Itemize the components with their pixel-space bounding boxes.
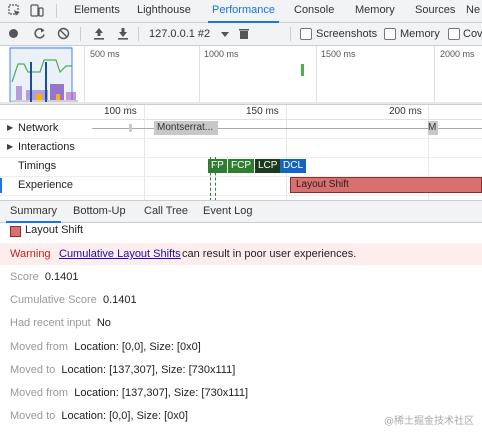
memory-label: Memory: [400, 28, 440, 40]
tab-summary[interactable]: Summary: [5, 201, 62, 223]
recent-input-value: No: [96, 317, 111, 329]
inspect-element-icon[interactable]: [8, 4, 21, 17]
moved-from-label: Moved from: [10, 341, 69, 353]
layout-shift-swatch: [10, 226, 21, 237]
details-tab-bar: Summary Bottom-Up Call Tree Event Log: [0, 200, 482, 223]
reload-icon[interactable]: [33, 27, 46, 43]
recent-input-row: Had recent input No: [10, 317, 111, 329]
coverage-checkbox[interactable]: [448, 28, 460, 40]
warning-text: can result in poor user experiences.: [182, 248, 357, 260]
device-toolbar-icon[interactable]: [30, 3, 44, 18]
score-row: Score 0.1401: [10, 271, 79, 283]
memory-checkbox[interactable]: [384, 28, 396, 40]
warning-label: Warning: [10, 248, 51, 260]
devtools-tab-bar: Elements Lighthouse Performance Console …: [0, 0, 482, 23]
summary-title: Layout Shift: [25, 224, 84, 236]
tab-lighthouse[interactable]: Lighthouse: [137, 0, 191, 22]
score-value: 0.1401: [44, 271, 79, 283]
experience-track-label: Experience: [18, 179, 74, 191]
tab-sources[interactable]: Sources: [415, 0, 455, 22]
tab-bottom-up[interactable]: Bottom-Up: [73, 201, 126, 222]
moved-from-row: Moved from Location: [137,307], Size: [7…: [10, 387, 248, 399]
lcp-marker[interactable]: LCP: [255, 159, 281, 173]
tab-call-tree[interactable]: Call Tree: [144, 201, 188, 222]
watermark: @稀土掘金技术社区: [384, 416, 474, 427]
timings-track-label: Timings: [18, 160, 57, 172]
timeline-overview[interactable]: 500 ms 1000 ms 1500 ms 2000 ms: [0, 46, 482, 105]
record-icon[interactable]: [9, 29, 18, 38]
tab-performance[interactable]: Performance: [208, 0, 279, 23]
tab-network[interactable]: Ne: [466, 0, 480, 22]
network-request-bar[interactable]: M: [428, 121, 438, 135]
cpu-activity-chart: [0, 47, 482, 104]
expand-triangle-icon[interactable]: ▶: [7, 123, 13, 132]
moved-to-row: Moved to Location: [0,0], Size: [0x0]: [10, 410, 188, 422]
recent-input-label: Had recent input: [10, 317, 91, 329]
performance-toolbar: 127.0.0.1 #2 Screenshots Memory Cov: [0, 23, 482, 46]
moved-to-value: Location: [137,307], Size: [730x111]: [61, 364, 236, 376]
profile-select[interactable]: 127.0.0.1 #2: [149, 23, 210, 45]
layout-shift-bar[interactable]: Layout Shift: [290, 177, 482, 193]
moved-to-value: Location: [0,0], Size: [0x0]: [61, 410, 188, 422]
moved-from-value: Location: [137,307], Size: [730x111]: [74, 387, 249, 399]
upload-icon[interactable]: [93, 27, 105, 43]
moved-from-value: Location: [0,0], Size: [0x0]: [74, 341, 201, 353]
overview-handle-right[interactable]: [45, 62, 47, 102]
interactions-track-label: Interactions: [18, 141, 75, 153]
timings-track[interactable]: Timings FP FCP LCP DCL: [0, 157, 482, 177]
tab-elements[interactable]: Elements: [74, 0, 120, 22]
chevron-down-icon[interactable]: [221, 32, 229, 37]
coverage-label: Cov: [463, 28, 482, 40]
interactions-track[interactable]: ▶ Interactions: [0, 138, 482, 158]
score-label: Score: [10, 271, 39, 283]
moved-from-label: Moved from: [10, 387, 69, 399]
fcp-marker[interactable]: FCP: [228, 159, 254, 173]
ruler-tick: 150 ms: [246, 106, 279, 117]
network-track-label: Network: [18, 122, 59, 134]
cumulative-score-value: 0.1401: [102, 294, 137, 306]
cls-link[interactable]: Cumulative Layout Shifts: [59, 248, 181, 260]
moved-to-label: Moved to: [10, 410, 56, 422]
tab-event-log[interactable]: Event Log: [203, 201, 253, 222]
delete-icon[interactable]: [239, 28, 249, 43]
network-track[interactable]: ▶ Network Montserrat... M: [0, 119, 482, 139]
clear-icon[interactable]: [57, 27, 70, 43]
moved-to-label: Moved to: [10, 364, 56, 376]
moved-to-row: Moved to Location: [137,307], Size: [730…: [10, 364, 235, 376]
ruler-tick: 100 ms: [104, 106, 137, 117]
expand-triangle-icon[interactable]: ▶: [7, 142, 13, 151]
cumulative-score-label: Cumulative Score: [10, 294, 97, 306]
ruler-tick: 200 ms: [389, 106, 422, 117]
summary-panel: Layout Shift Warning Cumulative Layout S…: [0, 222, 482, 436]
warning-row: Warning Cumulative Layout Shifts can res…: [0, 243, 482, 265]
screenshots-checkbox[interactable]: [300, 28, 312, 40]
screenshots-label: Screenshots: [316, 28, 378, 40]
time-ruler: 100 ms 150 ms 200 ms: [0, 105, 482, 120]
experience-track[interactable]: Experience Layout Shift: [0, 176, 482, 196]
moved-from-row: Moved from Location: [0,0], Size: [0x0]: [10, 341, 201, 353]
dcl-marker[interactable]: DCL: [280, 159, 307, 173]
download-icon[interactable]: [117, 27, 129, 43]
tab-console[interactable]: Console: [294, 0, 334, 22]
network-request-bar[interactable]: Montserrat...: [154, 121, 218, 135]
network-request-bar[interactable]: [129, 124, 132, 132]
tab-memory[interactable]: Memory: [355, 0, 395, 22]
cumulative-score-row: Cumulative Score 0.1401: [10, 294, 137, 306]
overview-handle-left[interactable]: [30, 62, 32, 102]
